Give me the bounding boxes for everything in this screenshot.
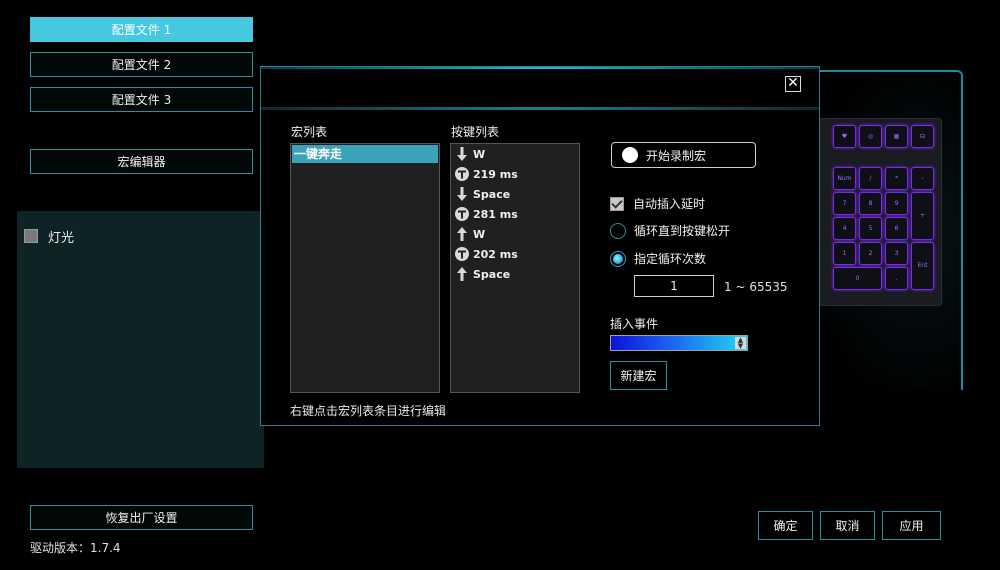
keyboard-key: 3 xyxy=(885,242,908,265)
insert-event-dropdown[interactable]: ▲ ▼ xyxy=(610,335,748,351)
close-button[interactable]: ✕ xyxy=(785,76,801,92)
keyboard-key: ⊟ xyxy=(911,125,934,148)
key-list-item[interactable]: Space xyxy=(455,265,510,283)
arrow-down-icon xyxy=(455,186,469,202)
loop-count-radio[interactable] xyxy=(610,250,626,267)
driver-version: 驱动版本：1.7.4 xyxy=(30,541,121,555)
close-icon: ✕ xyxy=(787,75,799,91)
key-list-item[interactable]: W xyxy=(455,225,485,243)
cancel-button[interactable]: 取消 xyxy=(820,511,875,540)
dialog-top-border xyxy=(261,67,819,69)
record-icon xyxy=(622,147,638,163)
lighting-panel xyxy=(17,211,264,468)
key-list-item[interactable]: 219 ms xyxy=(455,165,518,183)
keyboard-key: + xyxy=(911,192,934,240)
key-list-item[interactable]: 202 ms xyxy=(455,245,518,263)
keyboard-key: 0 xyxy=(833,267,882,290)
key-list-item[interactable]: Space xyxy=(455,185,510,203)
auto-delay-checkbox[interactable] xyxy=(610,196,624,211)
keyboard-key: 7 xyxy=(833,192,856,215)
apply-button[interactable]: 应用 xyxy=(882,511,941,540)
keyboard-key: 8 xyxy=(859,192,882,215)
factory-reset-button[interactable]: 恢复出厂设置 xyxy=(30,505,253,530)
keyboard-key: 6 xyxy=(885,217,908,240)
keyboard-key: / xyxy=(859,167,882,190)
key-list-item[interactable]: 281 ms xyxy=(455,205,518,223)
lighting-label: 灯光 xyxy=(48,231,75,246)
keyboard-key: . xyxy=(885,267,908,290)
keyboard-key: 9 xyxy=(885,192,908,215)
profile-3-button[interactable]: 配置文件 3 xyxy=(30,87,253,112)
keyboard-key: Ent xyxy=(911,242,934,290)
timer-icon xyxy=(455,166,469,182)
macro-editor-dialog: ✕ 宏列表 一键奔走 按键列表 W 219 ms Space 281 ms W … xyxy=(260,66,820,426)
keyboard-key: 4 xyxy=(833,217,856,240)
start-recording-button[interactable]: 开始录制宏 xyxy=(611,142,756,168)
keyboard-key: ◎ xyxy=(859,125,882,148)
loop-count-range: 1 ~ 65535 xyxy=(724,280,788,294)
macro-list-item[interactable]: 一键奔走 xyxy=(292,145,438,163)
lighting-checkbox[interactable] xyxy=(24,229,38,243)
arrow-up-icon xyxy=(455,266,469,282)
key-list-title: 按键列表 xyxy=(451,125,500,139)
macro-editor-button[interactable]: 宏编辑器 xyxy=(30,149,253,174)
keyboard-key: Num xyxy=(833,167,856,190)
keyboard-key: - xyxy=(911,167,934,190)
loop-count-input[interactable]: 1 xyxy=(634,275,714,297)
dialog-header-divider xyxy=(261,107,819,110)
timer-icon xyxy=(455,246,469,262)
macro-list[interactable]: 一键奔走 xyxy=(290,143,440,393)
auto-delay-option[interactable]: 自动插入延时 xyxy=(610,195,705,212)
new-macro-button[interactable]: 新建宏 xyxy=(610,361,667,390)
spinner-arrows-icon[interactable]: ▲ ▼ xyxy=(735,337,746,350)
ok-button[interactable]: 确定 xyxy=(758,511,813,540)
keyboard-key: 5 xyxy=(859,217,882,240)
keyboard-key: 2 xyxy=(859,242,882,265)
loop-until-release-radio[interactable] xyxy=(610,222,626,239)
arrow-down-icon xyxy=(455,146,469,162)
arrow-up-icon xyxy=(455,226,469,242)
profile-2-button[interactable]: 配置文件 2 xyxy=(30,52,253,77)
keyboard-key: ♥ xyxy=(833,125,856,148)
timer-icon xyxy=(455,206,469,222)
keyboard-image: ♥ ◎ ▦ ⊟ Num / * - 7 8 9 + 4 5 6 1 2 3 En… xyxy=(818,118,942,306)
hint-text: 右键点击宏列表条目进行编辑 xyxy=(290,404,447,418)
macro-list-title: 宏列表 xyxy=(291,125,328,139)
loop-count-option[interactable]: 指定循环次数 xyxy=(610,250,706,267)
profile-1-button[interactable]: 配置文件 1 xyxy=(30,17,253,42)
loop-until-release-option[interactable]: 循环直到按键松开 xyxy=(610,222,730,239)
key-list-item[interactable]: W xyxy=(455,145,485,163)
keyboard-key: * xyxy=(885,167,908,190)
keyboard-key: 1 xyxy=(833,242,856,265)
keyboard-key: ▦ xyxy=(885,125,908,148)
key-list[interactable]: W 219 ms Space 281 ms W 202 ms Space xyxy=(450,143,580,393)
insert-event-label: 插入事件 xyxy=(610,317,659,331)
